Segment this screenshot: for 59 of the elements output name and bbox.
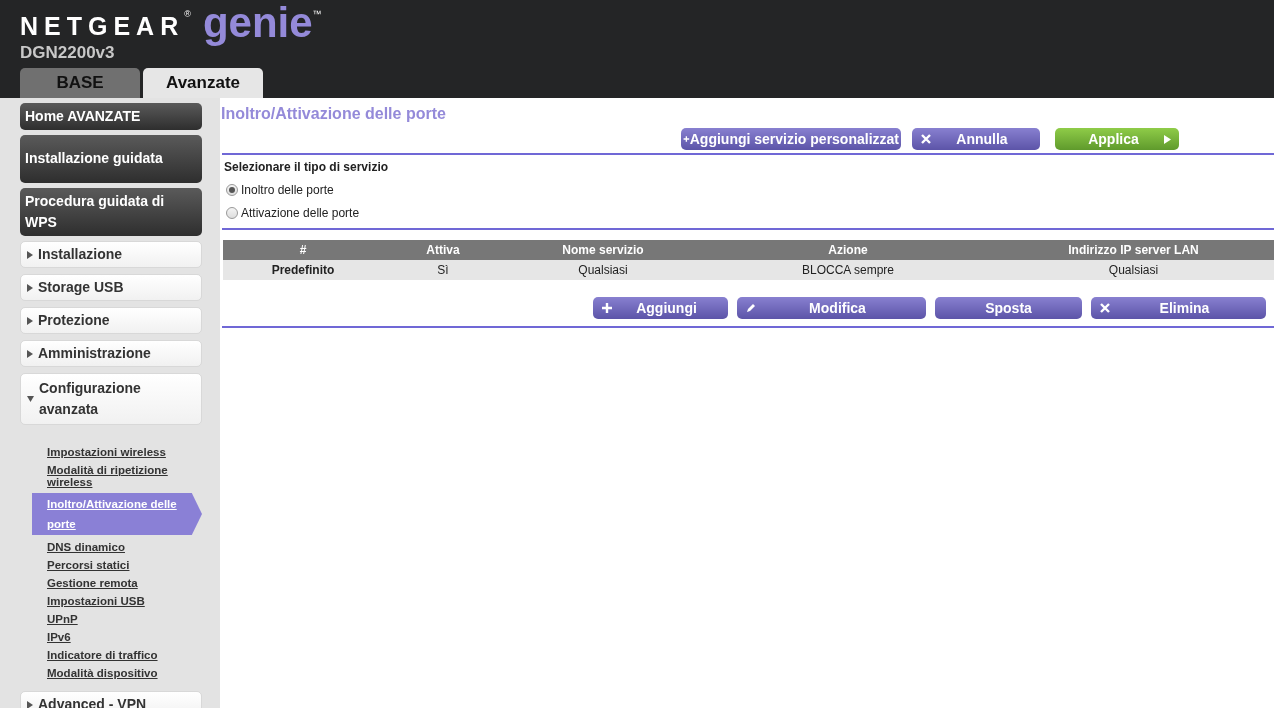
menu-section[interactable]: Installazione: [20, 241, 202, 268]
table-cell: Sì: [383, 260, 503, 280]
close-icon: [920, 133, 932, 145]
menu-button[interactable]: Installazione guidata: [20, 135, 202, 183]
menu-button[interactable]: Home AVANZATE: [20, 103, 202, 130]
trademark-mark: ™: [312, 8, 322, 21]
menu-section[interactable]: Protezione: [20, 307, 202, 334]
expand-triangle-icon: [27, 349, 33, 358]
submenu-link[interactable]: Impostazioni wireless: [20, 443, 202, 461]
submenu-link[interactable]: Indicatore di traffico: [20, 646, 202, 664]
submenu-link[interactable]: Modalità dispositivo: [20, 664, 202, 682]
table-cell: BLOCCA sempre: [703, 260, 993, 280]
radio-button[interactable]: [226, 184, 238, 196]
menu-section[interactable]: Configurazione avanzata: [20, 373, 202, 425]
nav-tab[interactable]: Avanzate: [143, 68, 263, 98]
column-header: #: [223, 240, 383, 260]
submenu-link[interactable]: Impostazioni USB: [20, 592, 202, 610]
column-header: Indirizzo IP server LAN: [993, 240, 1274, 260]
pencil-icon: [745, 302, 757, 314]
nav-tab[interactable]: BASE: [20, 68, 140, 98]
submenu-link[interactable]: Gestione remota: [20, 574, 202, 592]
radio-label: Attivazione delle porte: [241, 205, 360, 222]
action-button[interactable]: Sposta: [935, 297, 1082, 319]
radio-label: Inoltro delle porte: [241, 182, 334, 199]
submenu-link[interactable]: DNS dinamico: [20, 538, 202, 556]
plus-icon: [601, 302, 613, 314]
column-header: Attiva: [383, 240, 503, 260]
menu-section[interactable]: Amministrazione: [20, 340, 202, 367]
product-logo: genie: [202, 2, 313, 44]
action-button[interactable]: Modifica: [737, 297, 926, 319]
brand-logo: NETGEAR: [20, 12, 185, 42]
action-button[interactable]: Annulla: [912, 128, 1040, 150]
column-header: Nome servizio: [503, 240, 703, 260]
model-name: DGN2200v3: [20, 43, 116, 61]
submenu-link[interactable]: UPnP: [20, 610, 202, 628]
action-button[interactable]: Elimina: [1091, 297, 1266, 319]
page-title: Inoltro/Attivazione delle porte: [220, 104, 447, 124]
radio-button[interactable]: [226, 207, 238, 219]
expand-triangle-icon: [27, 396, 34, 402]
table-cell: Qualsiasi: [993, 260, 1274, 280]
column-header: Azione: [703, 240, 993, 260]
action-button[interactable]: Aggiungi servizio personalizzat: [681, 128, 901, 150]
close-icon: [1099, 302, 1111, 314]
expand-triangle-icon: [27, 283, 33, 292]
section-label: Selezionare il tipo di servizio: [224, 159, 390, 176]
play-arrow-icon: [1164, 134, 1171, 144]
table-cell: Predefinito: [223, 260, 383, 280]
submenu-link[interactable]: Percorsi statici: [20, 556, 202, 574]
submenu-link[interactable]: Modalità di ripetizione wireless: [20, 461, 202, 491]
expand-triangle-icon: [27, 250, 33, 259]
expand-triangle-icon: [27, 700, 33, 708]
plus-icon: [683, 133, 690, 145]
registered-mark: ®: [184, 8, 191, 21]
submenu-link[interactable]: IPv6: [20, 628, 202, 646]
expand-triangle-icon: [27, 316, 33, 325]
menu-section[interactable]: Storage USB: [20, 274, 202, 301]
table-cell: Qualsiasi: [503, 260, 703, 280]
action-button[interactable]: Aggiungi: [593, 297, 728, 319]
menu-button[interactable]: Procedura guidata di WPS: [20, 188, 202, 236]
